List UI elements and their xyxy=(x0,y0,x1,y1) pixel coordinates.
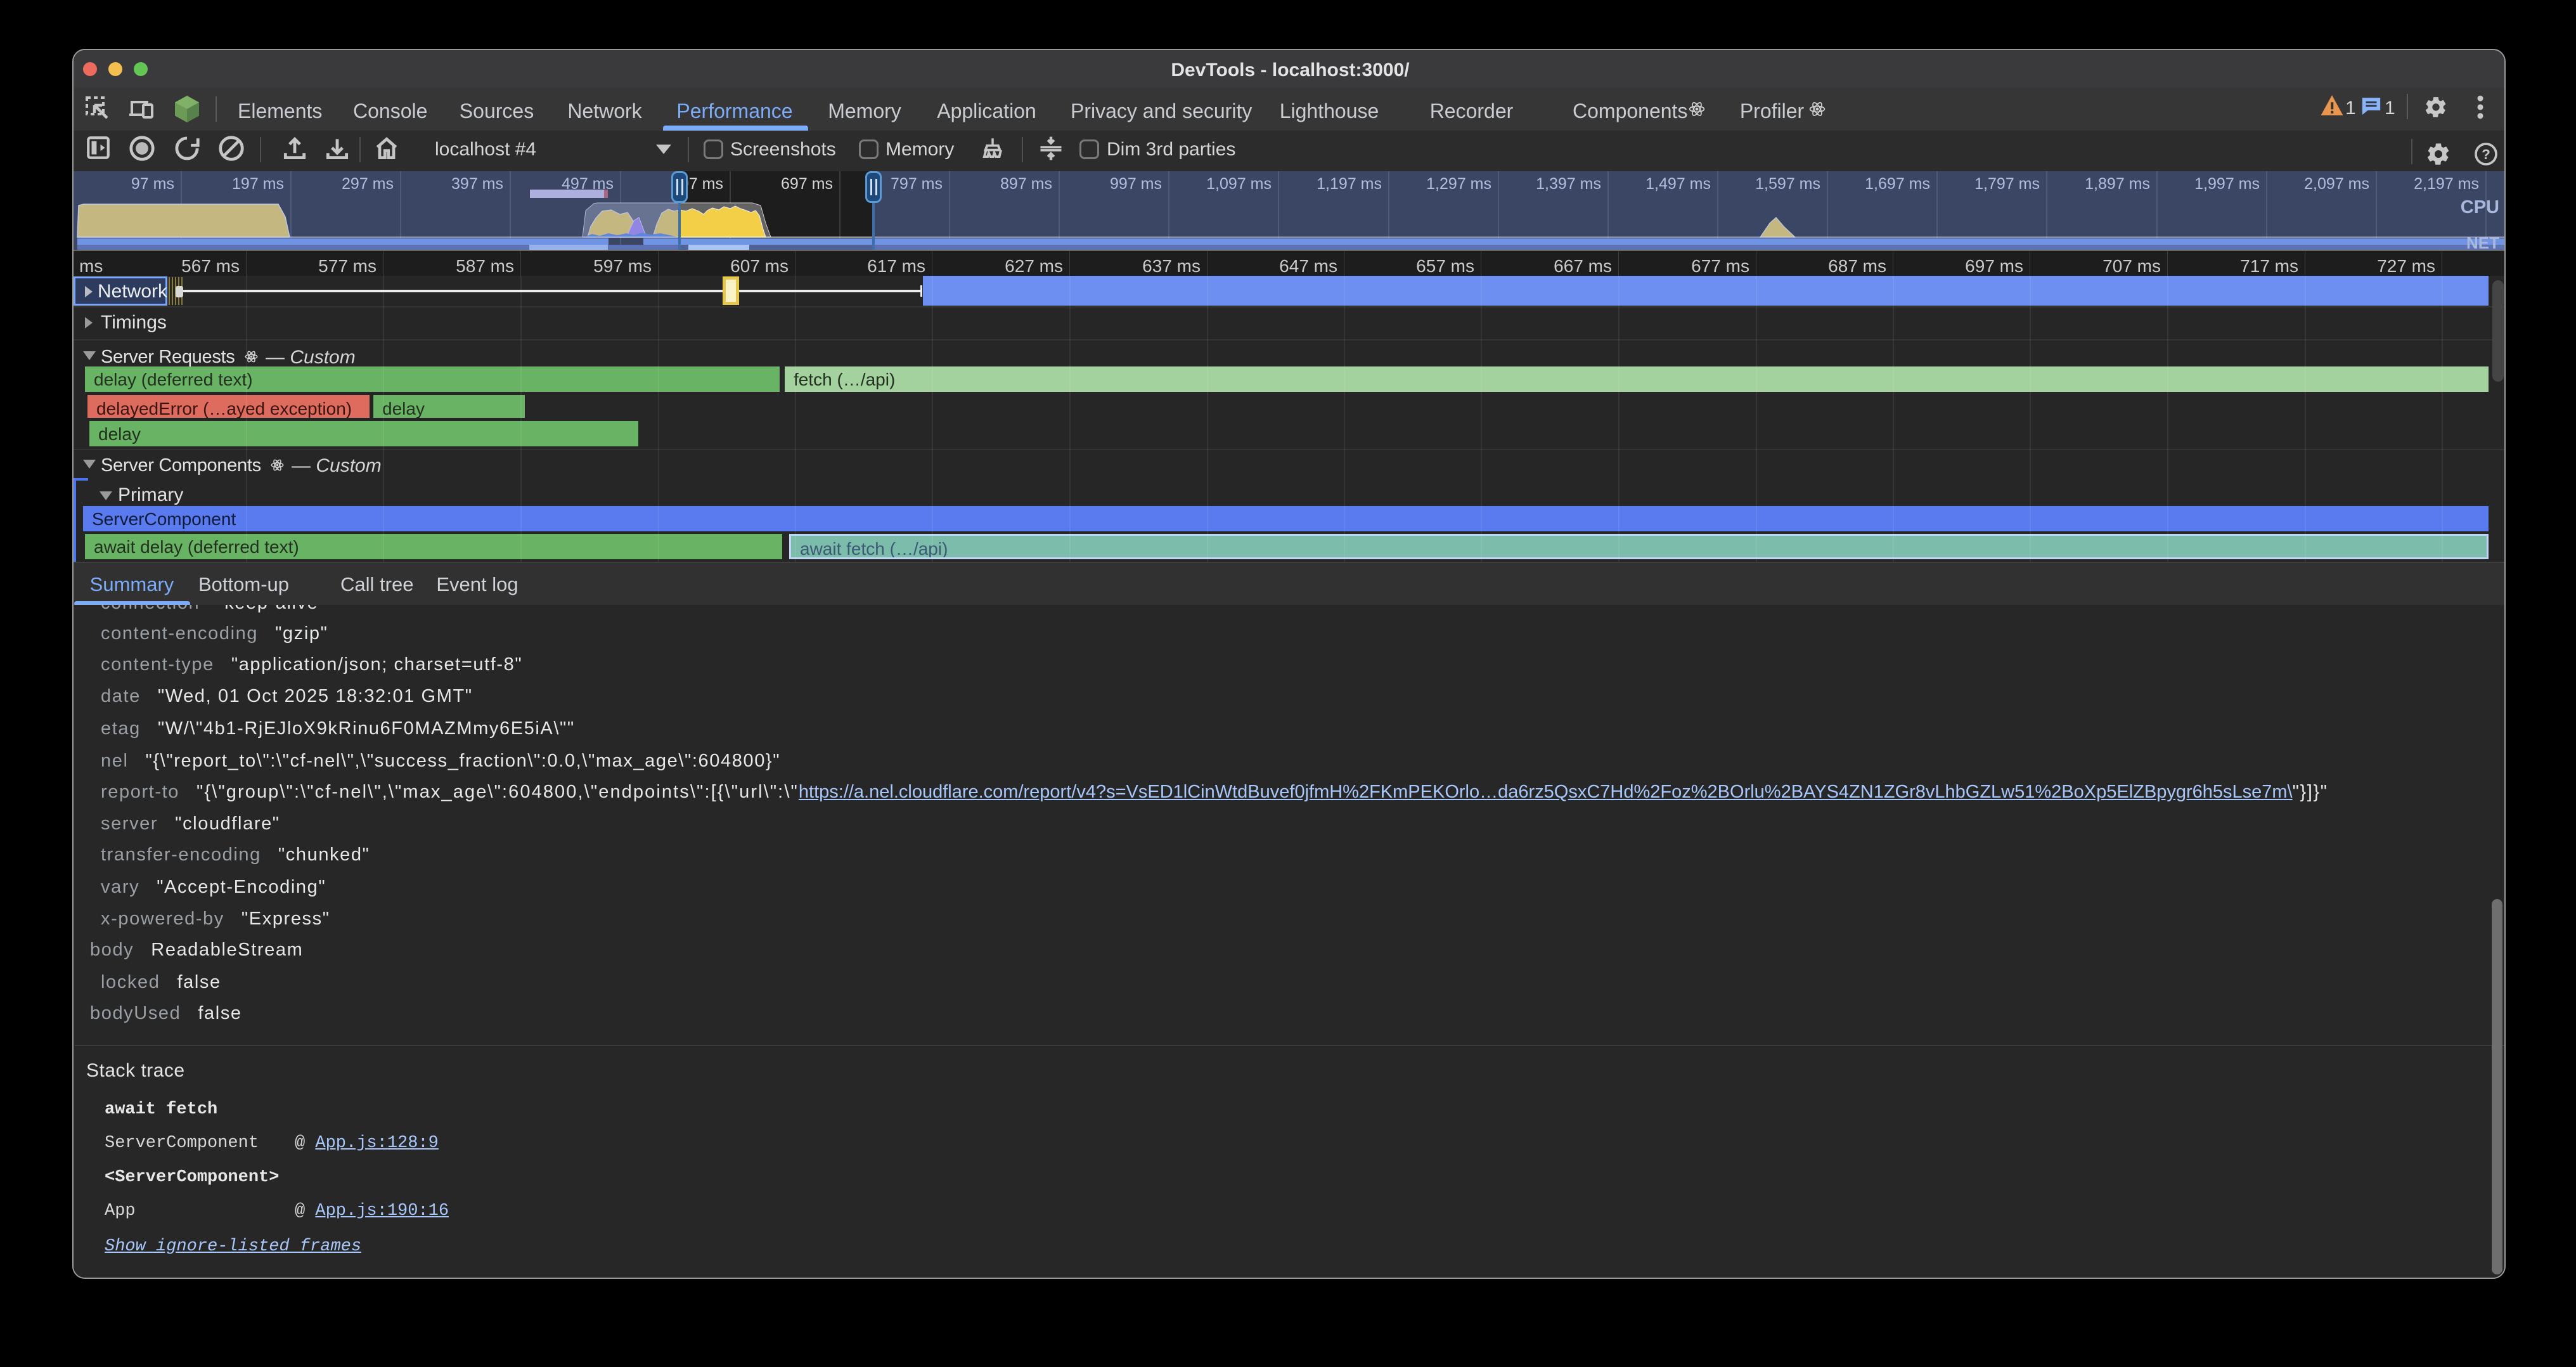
svg-text:?: ? xyxy=(2482,146,2490,162)
